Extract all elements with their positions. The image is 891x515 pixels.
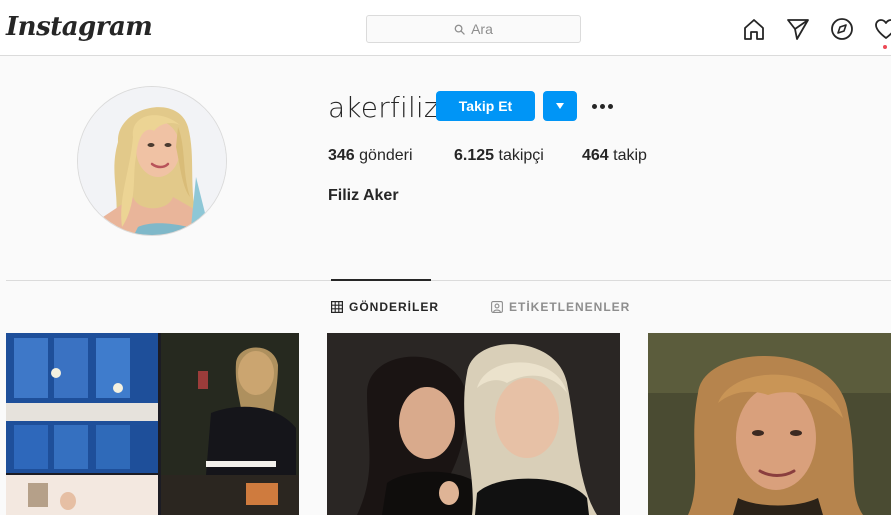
caret-down-icon: [556, 103, 564, 109]
tab-posts-label: GÖNDERİLER: [349, 300, 440, 314]
post-thumbnail[interactable]: [648, 333, 891, 515]
ellipsis-dot: [591, 103, 597, 109]
follow-button[interactable]: Takip Et: [436, 91, 535, 121]
explore-icon[interactable]: [829, 16, 855, 42]
search-icon: [454, 24, 465, 35]
instagram-logo[interactable]: Instagram: [6, 12, 153, 42]
grid-icon: [331, 301, 343, 313]
tabs-divider: [6, 280, 891, 281]
post-thumbnail[interactable]: [327, 333, 620, 515]
followers-count-value: 6.125: [454, 147, 495, 164]
ellipsis-dot: [607, 103, 613, 109]
posts-count-label: gönderi: [359, 147, 413, 164]
activity-icon[interactable]: [873, 16, 891, 42]
posts-count-value: 346: [328, 147, 355, 164]
tab-tagged-label: ETİKETLENENLER: [509, 300, 631, 314]
following-count[interactable]: 464 takip: [582, 147, 647, 165]
home-icon[interactable]: [741, 16, 767, 42]
profile-username: akerfiliz: [328, 91, 439, 124]
direct-icon[interactable]: [785, 16, 811, 42]
following-count-label: takip: [613, 147, 647, 164]
suggested-accounts-dropdown-button[interactable]: [543, 91, 577, 121]
portrait-photo: [648, 333, 891, 515]
tagged-user-icon: [491, 301, 503, 313]
profile-full-name: Filiz Aker: [328, 187, 399, 204]
tab-tagged[interactable]: ETİKETLENENLER: [491, 300, 630, 314]
followers-count[interactable]: 6.125 takipçi: [454, 147, 544, 165]
ellipsis-dot: [599, 103, 605, 109]
two-women-photo: [327, 333, 620, 515]
tab-posts[interactable]: GÖNDERİLER: [331, 300, 439, 314]
followers-count-label: takipçi: [498, 147, 544, 164]
search-placeholder: Ara: [471, 21, 493, 37]
profile-avatar[interactable]: [77, 86, 227, 236]
active-tab-indicator: [331, 279, 431, 281]
following-count-value: 464: [582, 147, 609, 164]
search-input[interactable]: Ara: [366, 15, 581, 43]
post-thumbnail[interactable]: [6, 333, 299, 515]
collage-photo: [6, 333, 299, 515]
notification-dot: [883, 45, 887, 49]
more-options-button[interactable]: [589, 97, 615, 115]
posts-count: 346 gönderi: [328, 147, 413, 165]
top-navigation: Instagram Ara: [0, 0, 891, 56]
